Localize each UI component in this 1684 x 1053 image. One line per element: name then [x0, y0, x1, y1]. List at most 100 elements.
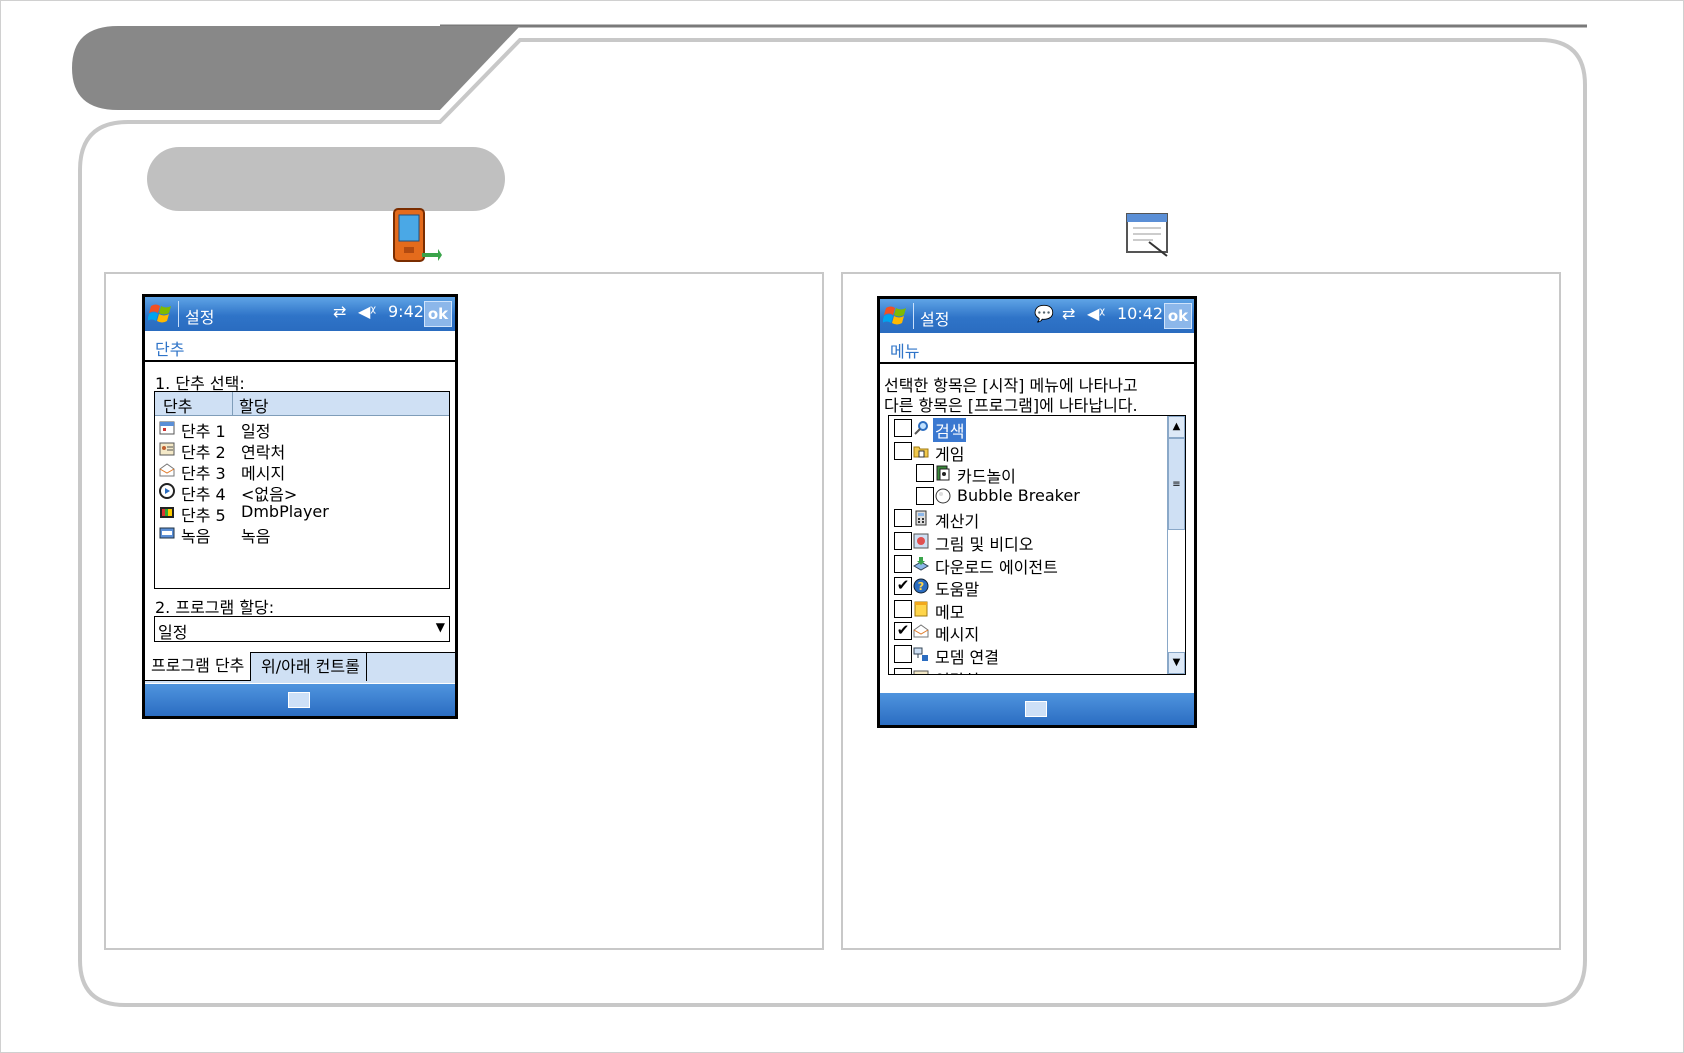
- contacts-icon: [159, 442, 175, 456]
- menu-item-checkbox[interactable]: [894, 667, 912, 674]
- bottom-bar: [880, 693, 1194, 725]
- menu-item-label: 연락처: [933, 667, 981, 674]
- menu-item[interactable]: Bubble Breaker: [889, 485, 1165, 507]
- ok-button[interactable]: ok: [1164, 303, 1192, 329]
- menu-item-label: 모뎀 연결: [935, 648, 999, 667]
- device-screen-menus: 설정 💬 ⇄ ◀ᵡ 10:42 ok 메뉴 선택한 항목은 [시작] 메뉴에 나…: [877, 296, 1197, 728]
- menu-item-checkbox[interactable]: ✔: [894, 622, 912, 641]
- scroll-down-icon[interactable]: ▼: [1168, 652, 1185, 674]
- left-panel: 설정 ⇄ ◀ᵡ 9:42 ok 단추 1. 단추 선택: 단추 할당 단추 1일…: [104, 272, 824, 950]
- page-title: 메뉴: [890, 342, 920, 361]
- list-item[interactable]: 단추 5 DmbPlayer: [157, 501, 445, 525]
- bottom-bar: [145, 684, 455, 716]
- menu-item[interactable]: 다운로드 에이전트: [889, 553, 1165, 577]
- volume-muted-icon[interactable]: ◀ᵡ: [358, 302, 376, 321]
- button-assignment: DmbPlayer: [241, 502, 329, 521]
- list-header: 단추 할당: [155, 392, 449, 416]
- menu-item-checkbox[interactable]: [916, 464, 934, 483]
- tab-up-down-control[interactable]: 위/아래 컨트롤: [255, 653, 367, 681]
- volume-muted-icon[interactable]: ◀ᵡ: [1087, 304, 1105, 323]
- menu-item-label: 계산기: [935, 512, 980, 532]
- menu-item[interactable]: ✔ 메시지: [889, 620, 1165, 645]
- pictures-icon: [913, 533, 929, 549]
- button-name: 녹음: [181, 527, 211, 546]
- menu-item-checkbox[interactable]: [894, 441, 912, 460]
- list-item[interactable]: 단추 1 일정: [157, 417, 445, 441]
- bubble-icon: [935, 488, 951, 504]
- menu-item[interactable]: 연락처: [889, 666, 1165, 674]
- menu-item-label: 메모: [935, 602, 965, 622]
- device-screen-buttons: 설정 ⇄ ◀ᵡ 9:42 ok 단추 1. 단추 선택: 단추 할당 단추 1일…: [142, 294, 458, 719]
- menu-checklist[interactable]: 검색 게임카드놀이 Bubble Breaker 계산기그림 및 비디오다운로드 에이…: [888, 415, 1186, 675]
- program-select-value: 일정: [158, 623, 188, 642]
- notification-bubble-icon[interactable]: 💬: [1034, 304, 1054, 323]
- menu-item-checkbox[interactable]: [894, 419, 912, 437]
- section2-label: 2. 프로그램 할당:: [155, 598, 275, 617]
- title-bar: 설정 ⇄ ◀ᵡ 9:42 ok: [145, 297, 455, 331]
- clock[interactable]: 10:42: [1117, 304, 1163, 323]
- chevron-down-icon[interactable]: ▼: [436, 620, 445, 634]
- menu-item-label: 게임: [935, 444, 965, 464]
- clock[interactable]: 9:42: [388, 302, 424, 321]
- column-header-button[interactable]: 단추: [163, 393, 192, 417]
- list-item[interactable]: 단추 2 연락처: [157, 438, 445, 462]
- menu-item-checkbox[interactable]: [894, 599, 912, 618]
- title-bar: 설정 💬 ⇄ ◀ᵡ 10:42 ok: [880, 299, 1194, 333]
- scroll-thumb[interactable]: ≡: [1168, 438, 1185, 530]
- menu-item-checkbox[interactable]: [894, 554, 912, 573]
- messaging-icon: [913, 624, 929, 638]
- right-panel: 설정 💬 ⇄ ◀ᵡ 10:42 ok 메뉴 선택한 항목은 [시작] 메뉴에 나…: [841, 272, 1561, 950]
- vertical-scrollbar[interactable]: ▲ ≡ ▼: [1167, 416, 1185, 674]
- menu-item[interactable]: 검색: [889, 417, 1165, 442]
- menu-item[interactable]: 모뎀 연결: [889, 643, 1165, 667]
- menu-item[interactable]: 카드놀이: [889, 462, 1165, 487]
- program-select[interactable]: 일정 ▼: [154, 616, 450, 642]
- button-list[interactable]: 단추 할당 단추 1 일정 단추 2 연락처 단추 3 메시지 단추 4 <없음> 단추 5 Dm…: [154, 391, 450, 589]
- keyboard-icon[interactable]: [1025, 701, 1047, 717]
- description-line-2: 다른 항목은 [프로그램]에 나타납니다.: [884, 396, 1138, 415]
- tv-icon: [160, 507, 174, 518]
- tab-program-buttons[interactable]: 프로그램 단추: [145, 652, 252, 681]
- menu-item-label: 메시지: [935, 625, 980, 645]
- windows-start-icon[interactable]: [148, 300, 174, 327]
- recorder-icon: [159, 527, 175, 539]
- connectivity-icon[interactable]: ⇄: [1062, 304, 1075, 323]
- menu-item[interactable]: ✔? 도움말: [889, 575, 1165, 600]
- tab-strip: 프로그램 단추 위/아래 컨트롤: [145, 652, 455, 683]
- menu-item-checkbox[interactable]: [916, 486, 934, 505]
- menu-item[interactable]: 그림 및 비디오: [889, 530, 1165, 554]
- menu-item-label: 도움말: [935, 580, 980, 600]
- keyboard-icon[interactable]: [288, 692, 310, 708]
- menu-item-label: 카드놀이: [957, 467, 1016, 487]
- menu-item-checkbox[interactable]: [894, 645, 912, 663]
- pocket-pc-device-icon: [393, 208, 442, 262]
- help-icon: ?: [913, 578, 929, 594]
- scroll-up-icon[interactable]: ▲: [1168, 416, 1185, 438]
- menu-item[interactable]: 메모: [889, 598, 1165, 622]
- menu-item-checkbox[interactable]: ✔: [894, 577, 912, 596]
- menu-item-label: 그림 및 비디오: [935, 535, 1034, 554]
- modem-icon: [913, 647, 928, 661]
- messaging-icon: [159, 463, 175, 477]
- menu-item-label: Bubble Breaker: [957, 485, 1080, 505]
- menu-item-checkbox[interactable]: [894, 509, 912, 528]
- page-header: 메뉴: [880, 333, 1194, 364]
- menu-item[interactable]: 계산기: [889, 507, 1165, 532]
- connectivity-icon[interactable]: ⇄: [333, 302, 346, 321]
- windows-start-icon[interactable]: [883, 302, 909, 329]
- menu-item[interactable]: 게임: [889, 440, 1165, 464]
- page-title: 단추: [155, 340, 185, 359]
- ok-button[interactable]: ok: [424, 301, 452, 327]
- menu-item-label: 다운로드 에이전트: [935, 557, 1058, 577]
- calendar-icon: [159, 421, 175, 435]
- list-item[interactable]: 녹음 녹음: [157, 522, 445, 546]
- button-assignment: 녹음: [241, 527, 271, 546]
- list-item[interactable]: 단추 4 <없음>: [157, 480, 445, 504]
- games-folder-icon: [913, 446, 929, 458]
- list-item[interactable]: 단추 3 메시지: [157, 459, 445, 483]
- svg-text:?: ?: [918, 580, 924, 593]
- column-header-assignment[interactable]: 할당: [239, 393, 268, 417]
- menu-item-checkbox[interactable]: [894, 532, 912, 550]
- search-icon: [914, 421, 928, 435]
- download-icon: [913, 556, 929, 571]
